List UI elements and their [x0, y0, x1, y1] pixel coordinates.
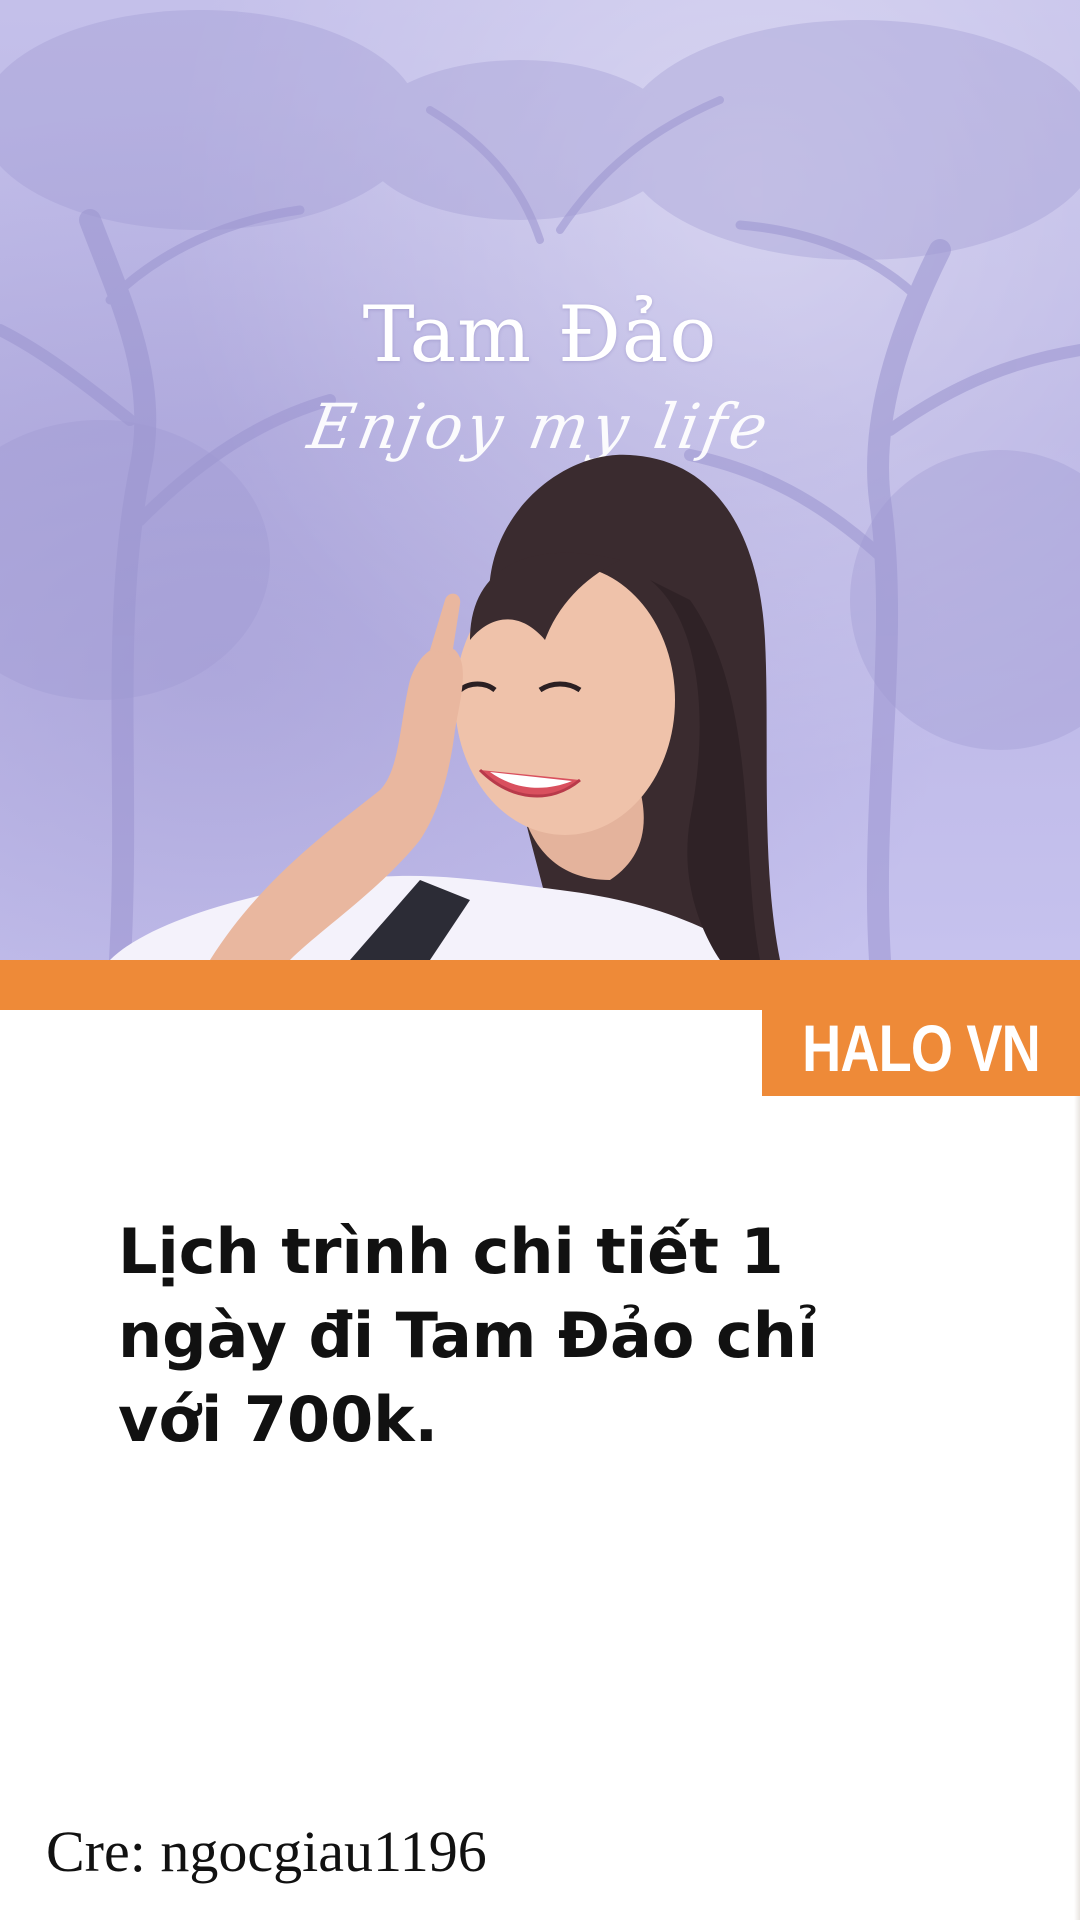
hero-image: Tam Đảo Enjoy my life: [0, 0, 1080, 960]
headline: Lịch trình chi tiết 1 ngày đi Tam Đảo ch…: [118, 1210, 938, 1462]
headline-line: Lịch trình chi tiết 1: [118, 1215, 784, 1288]
headline-line: với 700k.: [118, 1383, 439, 1456]
smiling-woman-photo: [110, 454, 780, 960]
page-edge-shadow: [1074, 1096, 1080, 1920]
credit-text: Cre: ngocgiau1196: [46, 1819, 487, 1884]
brand-logo-text: HALO VN: [802, 1011, 1041, 1085]
headline-line: ngày đi Tam Đảo chỉ: [118, 1299, 819, 1372]
brand-tab: HALO VN: [762, 1000, 1080, 1096]
